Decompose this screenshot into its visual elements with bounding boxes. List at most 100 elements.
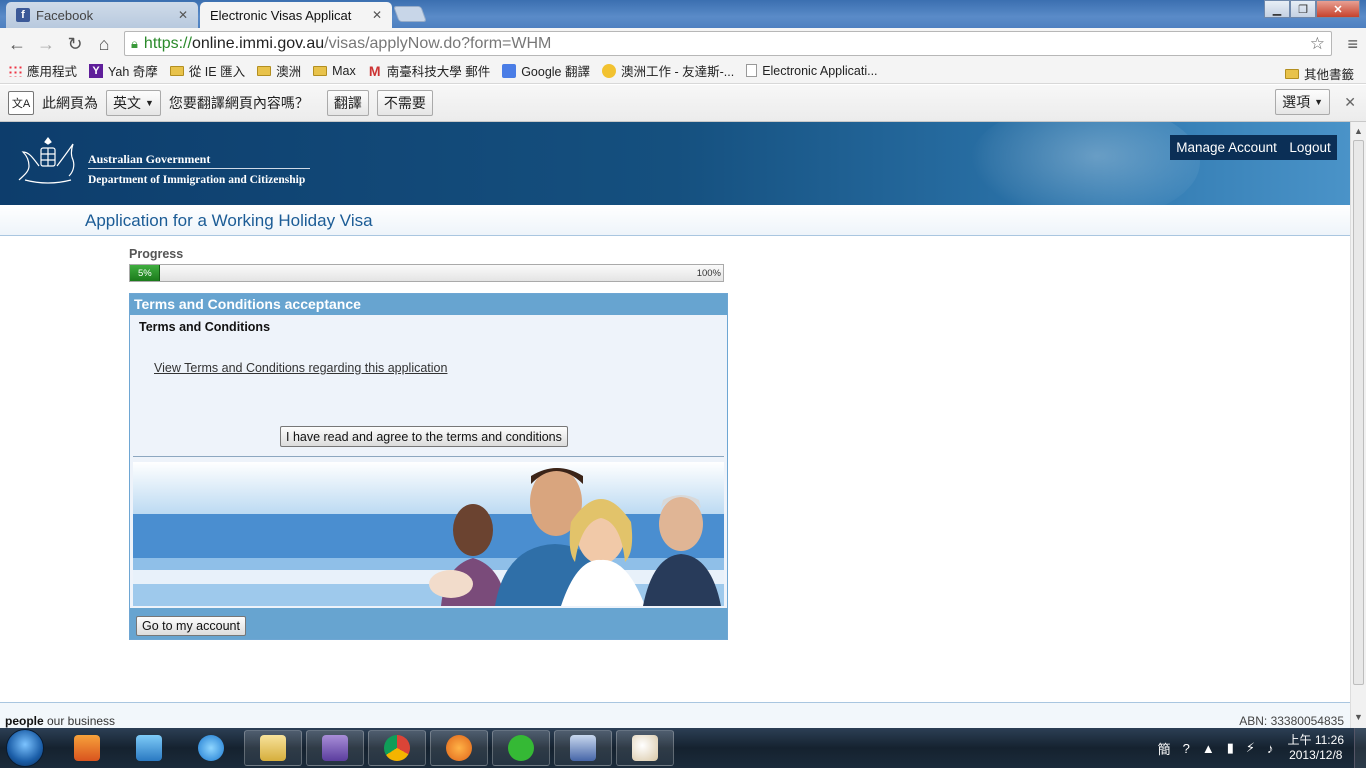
taskbar-explorer-icon[interactable] — [244, 730, 302, 766]
power-icon[interactable]: ⚡︎ — [1246, 740, 1255, 756]
bookmark-ie-import[interactable]: 從 IE 匯入 — [169, 61, 245, 80]
bookmark-au-work[interactable]: 澳洲工作 - 友達斯-... — [601, 61, 735, 80]
translate-options-button[interactable]: 選項 ▼ — [1275, 89, 1330, 115]
chrome-menu-icon[interactable]: ≡ — [1347, 34, 1358, 55]
apps-icon — [8, 64, 22, 77]
volume-icon[interactable]: ♪ — [1267, 741, 1274, 756]
tab-facebook[interactable]: f Facebook ✕ — [6, 2, 198, 28]
panel-footer: Go to my account — [130, 608, 727, 639]
folder-icon — [257, 65, 272, 76]
taskbar-ie-icon[interactable] — [182, 730, 240, 766]
taskbar-line-icon[interactable] — [492, 730, 550, 766]
terms-panel: Terms and Conditions acceptance Terms an… — [129, 293, 728, 640]
view-terms-link[interactable]: View Terms and Conditions regarding this… — [154, 361, 447, 375]
browser-toolbar: ← → ↻ ⌂ 🔒︎ https://online.immi.gov.au/vi… — [0, 28, 1366, 58]
coat-of-arms-icon — [18, 137, 75, 184]
options-label: 選項 — [1282, 94, 1311, 110]
vertical-scrollbar[interactable]: ▲ ▼ — [1350, 122, 1366, 728]
translate-button[interactable]: 翻譯 — [326, 90, 369, 116]
gov-name: Australian Government — [88, 152, 211, 166]
show-hidden-icons-icon[interactable]: ▲ — [1202, 741, 1215, 756]
bookmark-label: 澳洲工作 - 友達斯-... — [620, 65, 735, 79]
url-path: /visas/applyNow.do?form=WHM — [324, 34, 552, 52]
chevron-down-icon: ▼ — [145, 98, 154, 108]
network-icon[interactable]: ▮ — [1227, 740, 1234, 756]
tab-strip: f Facebook ✕ Electronic Visas Applicat ✕… — [0, 0, 1366, 28]
people-banner-image — [133, 462, 724, 606]
tab-label: Facebook — [36, 7, 94, 23]
manage-account-link[interactable]: Manage Account — [1176, 140, 1277, 155]
tab-label: Electronic Visas Applicat — [210, 7, 352, 23]
taskbar-visual-studio-icon[interactable] — [306, 730, 364, 766]
close-icon[interactable]: ✕ — [1344, 94, 1356, 111]
folder-icon — [169, 65, 184, 76]
yahoo-icon: Y — [89, 63, 104, 78]
address-bar[interactable]: 🔒︎ https://online.immi.gov.au/visas/appl… — [124, 31, 1332, 56]
translate-prefix: 此網頁為 — [42, 95, 98, 111]
home-icon[interactable]: ⌂ — [93, 33, 115, 55]
bookmark-max[interactable]: Max — [313, 64, 356, 78]
bookmark-star-icon[interactable]: ☆ — [1310, 34, 1325, 54]
system-tray: 簡 ? ▲ ▮ ⚡︎ ♪ 上午 11:26 2013/12/8 — [1152, 728, 1366, 768]
new-tab-button[interactable] — [393, 6, 427, 22]
page-title: Application for a Working Holiday Visa — [85, 211, 373, 230]
minimize-icon[interactable]: ▁ — [1264, 0, 1290, 18]
no-translate-button[interactable]: 不需要 — [376, 90, 433, 116]
people-illustration — [429, 468, 721, 606]
bookmark-stust-mail[interactable]: M 南臺科技大學 郵件 — [368, 61, 490, 80]
help-icon[interactable]: ? — [1183, 741, 1190, 756]
clock[interactable]: 上午 11:26 2013/12/8 — [1288, 733, 1344, 763]
taskbar-paint-icon[interactable] — [616, 730, 674, 766]
translate-question: 您要翻譯網頁內容嗎？ — [168, 95, 309, 111]
translate-icon: 文A — [8, 91, 34, 115]
taskbar-chrome-icon[interactable] — [368, 730, 426, 766]
ime-indicator[interactable]: 簡 — [1158, 739, 1171, 758]
chevron-down-icon: ▼ — [1314, 97, 1323, 107]
agree-terms-button[interactable]: I have read and agree to the terms and c… — [280, 426, 568, 447]
page-icon — [746, 64, 758, 77]
bookmark-label: Google 翻譯 — [521, 65, 590, 79]
bookmark-apps[interactable]: 應用程式 — [8, 61, 77, 80]
close-tab-icon[interactable]: ✕ — [178, 8, 188, 22]
reload-icon[interactable]: ↻ — [64, 33, 86, 55]
bookmark-electronic-app[interactable]: Electronic Applicati... — [746, 64, 878, 78]
taskbar-app-icon[interactable] — [554, 730, 612, 766]
maximize-icon[interactable]: ❐ — [1290, 0, 1316, 18]
go-to-account-button[interactable]: Go to my account — [136, 616, 246, 636]
bookmark-label: 南臺科技大學 郵件 — [386, 65, 491, 79]
taskbar-office-icon[interactable] — [58, 730, 116, 766]
tagline-rest: our business — [43, 714, 116, 728]
bookmark-yahoo[interactable]: Y Yah 奇摩 — [89, 61, 158, 80]
window-close-icon[interactable]: ✕ — [1316, 0, 1360, 18]
taskbar-orange-app-icon[interactable] — [430, 730, 488, 766]
bookmarks-bar: 應用程式 Y Yah 奇摩 從 IE 匯入 澳洲 Max M 南臺科技大學 郵件 G… — [0, 58, 1366, 84]
logout-link[interactable]: Logout — [1289, 140, 1330, 155]
folder-icon — [313, 65, 328, 76]
window-controls: ▁ ❐ ✕ — [1264, 0, 1360, 18]
start-button[interactable] — [6, 729, 44, 767]
forward-icon[interactable]: → — [35, 33, 57, 55]
taskbar-media-player-icon[interactable] — [120, 730, 178, 766]
bookmark-label: 澳洲 — [276, 65, 302, 79]
bookmark-other[interactable]: 其他書籤 — [1284, 64, 1354, 83]
windows-taskbar: 簡 ? ▲ ▮ ⚡︎ ♪ 上午 11:26 2013/12/8 — [0, 728, 1366, 768]
tab-electronic-visas[interactable]: Electronic Visas Applicat ✕ — [200, 2, 392, 28]
web-page: Australian Government Department of Immi… — [0, 122, 1350, 728]
scroll-thumb[interactable] — [1353, 140, 1364, 685]
site-footer: people our business ABN: 33380054835 — [0, 702, 1350, 728]
language-select[interactable]: 英文 ▼ — [106, 90, 161, 116]
show-desktop-button[interactable] — [1354, 728, 1366, 768]
facebook-icon: f — [16, 8, 30, 22]
account-links: Manage Account Logout — [1170, 135, 1337, 160]
panel-divider — [133, 456, 724, 457]
bookmark-australia[interactable]: 澳洲 — [257, 61, 301, 80]
footer-abn: ABN: 33380054835 — [1239, 714, 1344, 728]
footer-tagline: people our business — [5, 714, 115, 728]
scroll-up-icon[interactable]: ▲ — [1354, 126, 1363, 136]
back-icon[interactable]: ← — [6, 33, 28, 55]
close-tab-icon[interactable]: ✕ — [372, 8, 382, 22]
scroll-down-icon[interactable]: ▼ — [1354, 712, 1363, 722]
bookmark-label: Yah 奇摩 — [108, 65, 158, 79]
bookmark-google-translate[interactable]: Google 翻譯 — [502, 61, 590, 80]
url-host: online.immi.gov.au — [191, 34, 325, 52]
